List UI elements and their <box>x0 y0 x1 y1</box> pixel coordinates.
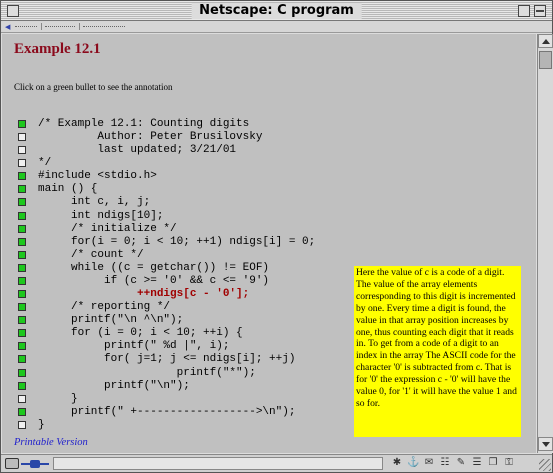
code-text: for(i = 0; i < 10; ++1) ndigs[i] = 0; <box>38 235 316 248</box>
collapse-box-icon[interactable] <box>534 5 546 17</box>
code-text: } <box>38 418 45 431</box>
bookmarks-icon[interactable]: ❐ <box>487 457 499 469</box>
annotation-bullet-icon[interactable] <box>18 276 26 285</box>
close-box-icon[interactable] <box>7 5 19 17</box>
code-text: printf("*"); <box>38 366 256 379</box>
title-bar[interactable]: Netscape: C program <box>1 1 552 21</box>
toolbar-divider <box>79 23 80 30</box>
navigator-icon[interactable]: ⚓ <box>407 457 419 469</box>
scroll-down-button[interactable] <box>538 437 553 451</box>
code-text: Author: Peter Brusilovsky <box>38 131 263 144</box>
code-text: for( j=1; j <= ndigs[i]; ++j) <box>38 353 296 366</box>
code-text: if (c >= '0' && c <= '9') <box>38 274 270 287</box>
code-text: /* reporting */ <box>38 301 171 314</box>
scroll-thumb[interactable] <box>539 51 552 69</box>
page-content: Example 12.1 Click on a green bullet to … <box>2 34 536 453</box>
annotation-bullet-icon[interactable] <box>18 211 26 220</box>
zoom-box-icon[interactable] <box>518 5 530 17</box>
annotation-bullet-icon[interactable] <box>18 355 26 364</box>
annotation-bullet-icon[interactable] <box>18 172 26 181</box>
inactive-bullet-icon <box>18 159 26 168</box>
toolbar-tab-icon[interactable]: ◀ <box>5 23 12 31</box>
annotation-bullet-icon[interactable] <box>18 342 26 351</box>
annotation-bullet-icon[interactable] <box>18 198 26 207</box>
annotation-bullet-icon[interactable] <box>18 250 26 259</box>
up-arrow-icon <box>542 39 550 44</box>
status-message-field <box>53 457 383 470</box>
annotation-bullet-icon[interactable] <box>18 237 26 246</box>
inactive-bullet-icon <box>18 394 26 403</box>
window-title: Netscape: C program <box>191 3 362 19</box>
toolbar-grip[interactable] <box>15 26 37 27</box>
inactive-bullet-icon <box>18 146 26 155</box>
browser-window: Netscape: C program ◀ Example 12.1 Click… <box>0 0 553 473</box>
toolbar-grip[interactable] <box>83 26 125 27</box>
code-text: /* Example 12.1: Counting digits <box>38 118 250 130</box>
toolbar-grip[interactable] <box>45 26 75 27</box>
news-icon[interactable]: ☷ <box>439 457 451 469</box>
network-icon[interactable]: ✱ <box>391 457 403 469</box>
security-icon[interactable]: ⚿ <box>503 457 515 469</box>
collapsed-toolbars[interactable]: ◀ <box>1 21 552 33</box>
resize-grip-icon[interactable] <box>539 459 551 471</box>
code-text: printf("\n ^\n"); <box>38 314 184 327</box>
annotation-bullet-icon[interactable] <box>18 303 26 312</box>
code-text: printf(" %d |", i); <box>38 340 230 353</box>
scroll-up-button[interactable] <box>538 34 553 48</box>
code-text: } <box>38 392 78 405</box>
annotation-box: Here the value of c is a code of a digit… <box>354 266 521 437</box>
vertical-scrollbar[interactable] <box>537 34 553 453</box>
down-arrow-icon <box>542 442 550 447</box>
code-text: int ndigs[10]; <box>38 209 164 222</box>
code-text: /* initialize */ <box>38 222 177 235</box>
annotation-bullet-icon[interactable] <box>18 263 26 272</box>
annotation-bullet-icon[interactable] <box>18 329 26 338</box>
annotation-bullet-icon[interactable] <box>18 185 26 194</box>
annotation-bullet-icon[interactable] <box>18 368 26 377</box>
page-title: Example 12.1 <box>14 41 101 57</box>
address-book-icon[interactable]: ☰ <box>471 457 483 469</box>
annotation-bullet-icon[interactable] <box>18 316 26 325</box>
code-text: for (i = 0; i < 10; ++i) { <box>38 327 243 340</box>
inactive-bullet-icon <box>18 133 26 142</box>
connection-icon <box>21 460 49 468</box>
annotation-bullet-icon[interactable] <box>18 224 26 233</box>
code-text: last updated; 3/21/01 <box>38 144 237 157</box>
code-text: printf(" +------------------>\n"); <box>38 405 296 418</box>
printable-version-link[interactable]: Printable Version <box>14 437 88 448</box>
code-text: */ <box>38 157 52 170</box>
lock-icon[interactable] <box>5 458 19 469</box>
inactive-bullet-icon <box>18 420 26 429</box>
code-text: #include <stdio.h> <box>38 170 157 183</box>
code-text: int c, i, j; <box>38 196 151 209</box>
annotation-bullet-icon[interactable] <box>18 120 26 128</box>
code-text: ++ndigs[c - '0']; <box>38 288 250 301</box>
annotation-bullet-icon[interactable] <box>18 290 26 299</box>
instruction-text: Click on a green bullet to see the annot… <box>14 82 173 92</box>
annotation-bullet-icon[interactable] <box>18 407 26 416</box>
mail-icon[interactable]: ✉ <box>423 457 435 469</box>
status-bar: ✱ ⚓ ✉ ☷ ✎ ☰ ❐ ⚿ <box>1 454 552 472</box>
composer-icon[interactable]: ✎ <box>455 457 467 469</box>
annotation-bullet-icon[interactable] <box>18 381 26 390</box>
code-text: /* count */ <box>38 248 144 261</box>
code-text: while ((c = getchar()) != EOF) <box>38 261 270 274</box>
code-text: main () { <box>38 183 98 196</box>
toolbar-divider <box>41 23 42 30</box>
code-text: printf("\n"); <box>38 379 190 392</box>
